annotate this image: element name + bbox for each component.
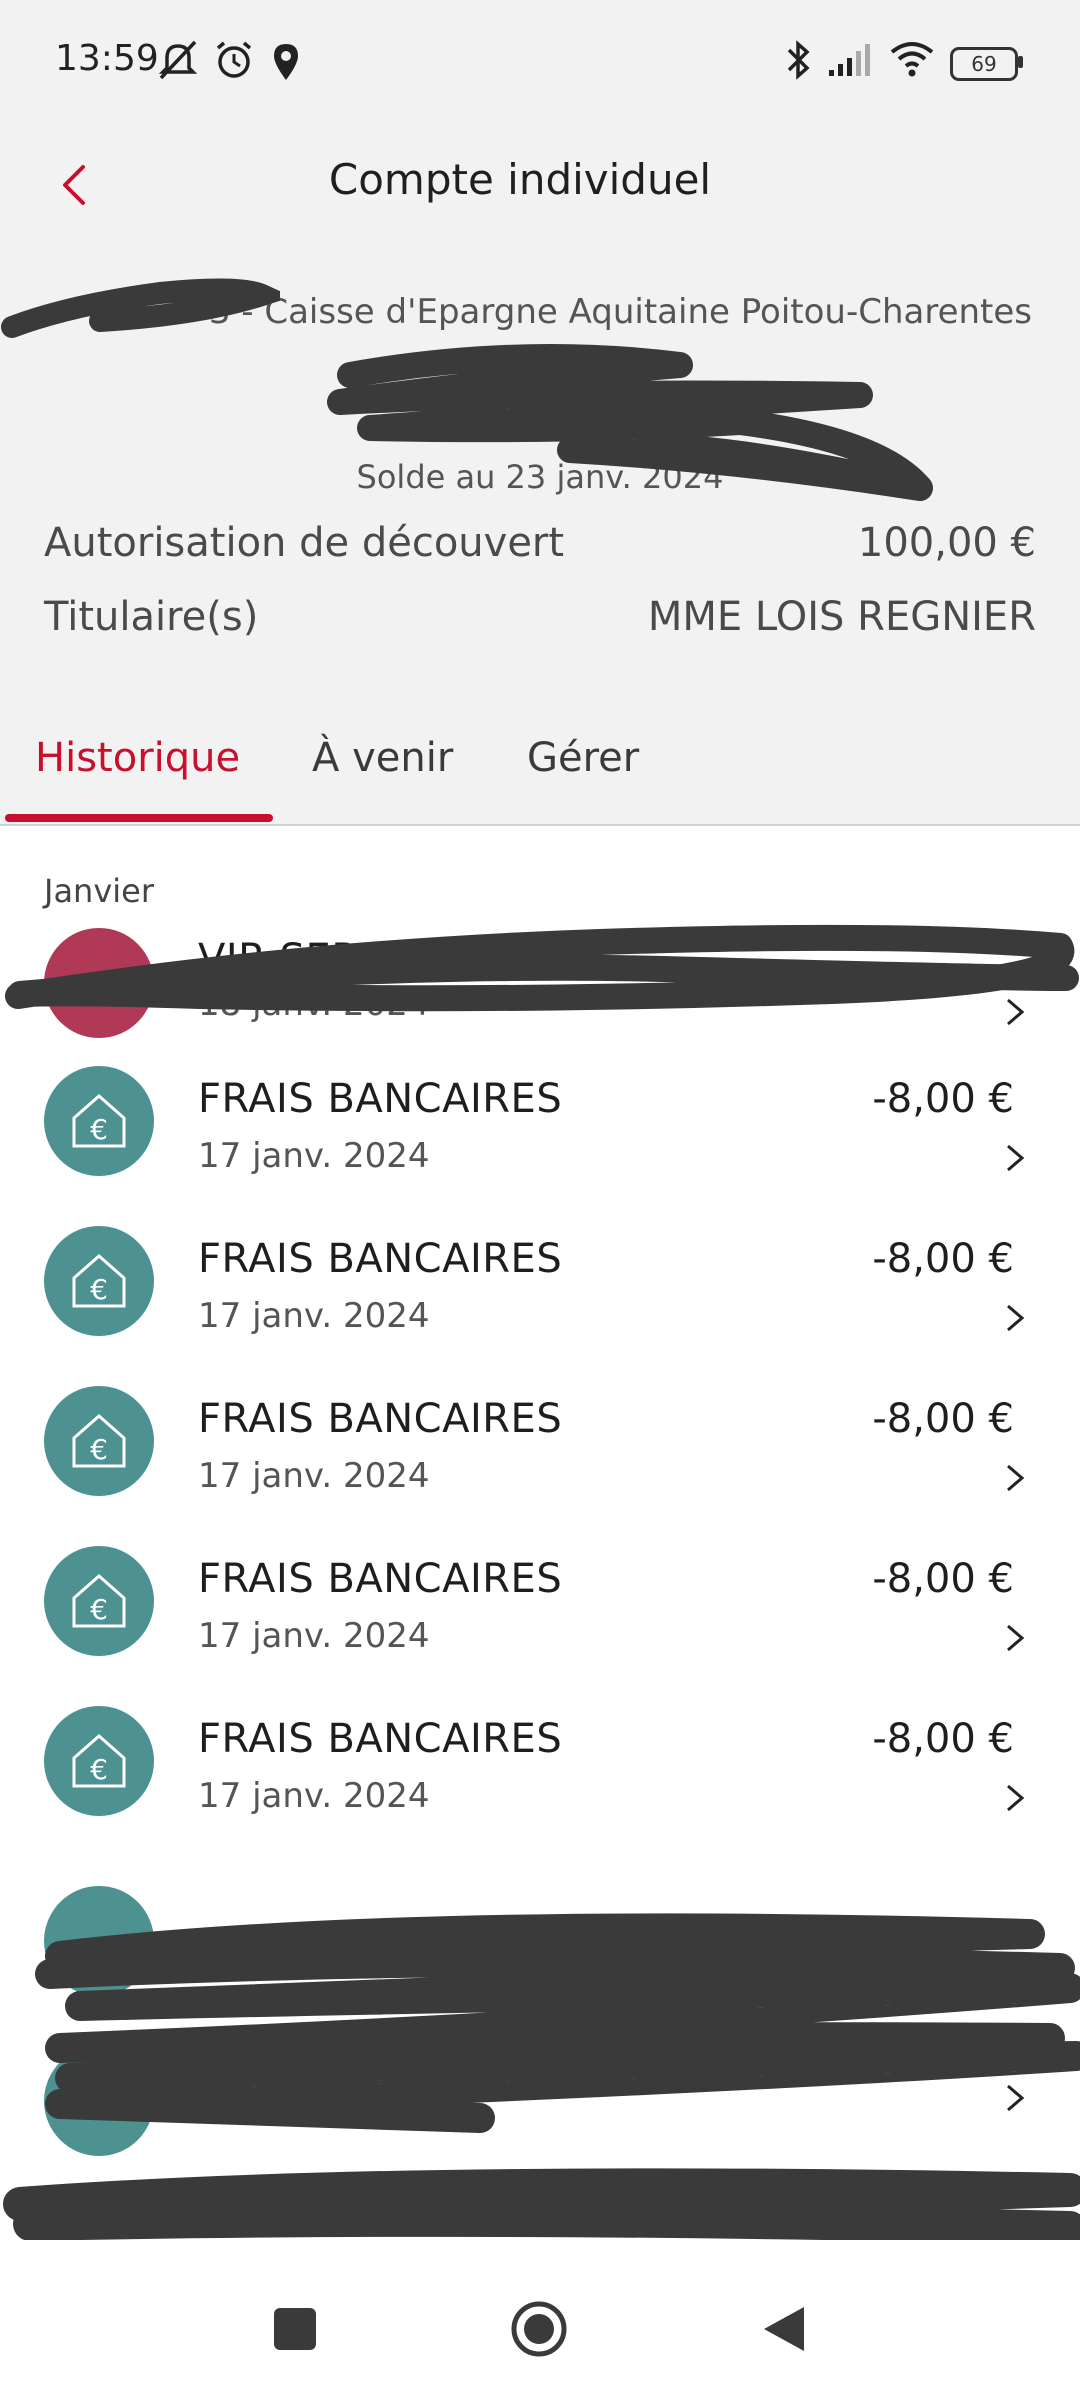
- tab-bar: Historique À venir Gérer: [0, 720, 1080, 825]
- bank-euro-icon: €: [44, 1066, 154, 1176]
- home-button[interactable]: [510, 2300, 568, 2358]
- alarm-icon: [216, 41, 252, 78]
- transaction-amount: -8,00 €: [872, 1396, 1014, 1442]
- transaction-title: FRAIS BANCAIRES: [198, 1716, 563, 1762]
- redaction-scribble-balance: [327, 344, 933, 501]
- transaction-date: 17 janv. 2024: [198, 1616, 430, 1656]
- wifi-icon: [890, 42, 934, 77]
- transaction-amount: -8,00 €: [872, 1556, 1014, 1602]
- chevron-right-icon: [1007, 1304, 1025, 1332]
- transaction-title: FRAIS BANCAIRES: [198, 1236, 563, 1282]
- status-bar: 13:59 69: [0, 0, 1080, 120]
- transaction-row[interactable]: € FRAIS BANCAIRES 17 janv. 2024 -8,00 €: [0, 1046, 1080, 1206]
- transaction-date: 17 janv. 2024: [198, 1456, 430, 1496]
- redaction-scribble-bank-id: [1, 278, 280, 338]
- status-time: 13:59: [55, 38, 159, 79]
- svg-text:€: €: [90, 1273, 108, 1306]
- chevron-right-icon: [1007, 1784, 1025, 1812]
- transaction-amount: -8,00 €: [872, 1076, 1014, 1122]
- location-icon: [274, 44, 298, 80]
- battery-icon: 69: [950, 47, 1018, 81]
- transaction-amount: -8,00 €: [872, 1236, 1014, 1282]
- transaction-row[interactable]: € FRAIS BANCAIRES 17 janv. 2024 -8,00 €: [0, 1366, 1080, 1526]
- transaction-date: 17 janv. 2024: [198, 1136, 430, 1176]
- bank-euro-icon: €: [44, 1546, 154, 1656]
- active-tab-indicator: [5, 814, 273, 822]
- signal-icon: [829, 44, 870, 76]
- bank-name-text: Caisse d'Epargne Aquitaine Poitou-Charen…: [264, 292, 1032, 332]
- holder-value: MME LOIS REGNIER: [647, 594, 1036, 640]
- tab-historique[interactable]: Historique: [35, 735, 240, 781]
- recent-apps-button[interactable]: [272, 2306, 318, 2352]
- holder-label: Titulaire(s): [44, 594, 259, 640]
- back-button[interactable]: [758, 2303, 808, 2355]
- transaction-title: FRAIS BANCAIRES: [198, 1556, 563, 1602]
- overdraft-label: Autorisation de découvert: [44, 520, 565, 566]
- page-title: Compte individuel: [328, 155, 712, 204]
- svg-text:€: €: [90, 1433, 108, 1466]
- transaction-amount: -8,00 €: [872, 1716, 1014, 1762]
- bluetooth-icon: [787, 40, 810, 80]
- svg-text:€: €: [90, 1593, 108, 1626]
- transaction-title: FRAIS BANCAIRES: [198, 1396, 563, 1442]
- transaction-date: 17 janv. 2024: [198, 1296, 430, 1336]
- transaction-title: FRAIS BANCAIRES: [198, 1076, 563, 1122]
- redaction-scribble-row-top: [5, 924, 1079, 1012]
- chevron-right-icon: [1007, 1144, 1025, 1172]
- battery-tip: [1018, 56, 1023, 68]
- mute-icon: [158, 40, 198, 80]
- transaction-date: 17 janv. 2024: [198, 1776, 430, 1816]
- overdraft-value: 100,00 €: [857, 520, 1036, 566]
- chevron-right-icon: [1007, 1464, 1025, 1492]
- chevron-right-icon: [1007, 1624, 1025, 1652]
- system-navigation-bar: [0, 2240, 1080, 2400]
- transaction-row[interactable]: € FRAIS BANCAIRES 17 janv. 2024 -8,00 €: [0, 1686, 1080, 1846]
- svg-text:€: €: [90, 1113, 108, 1146]
- transaction-row[interactable]: € FRAIS BANCAIRES 17 janv. 2024 -8,00 €: [0, 1526, 1080, 1686]
- redaction-scribble-rows-bottom: [3, 1913, 1080, 2240]
- transaction-row[interactable]: € FRAIS BANCAIRES 17 janv. 2024 -8,00 €: [0, 1206, 1080, 1366]
- transaction-list[interactable]: Janvier VIR SEPA 18 janv. 2024 € FRAIS B…: [0, 826, 1080, 2240]
- tab-a-venir[interactable]: À venir: [312, 735, 453, 781]
- bank-euro-icon: €: [44, 1226, 154, 1336]
- svg-text:€: €: [90, 1753, 108, 1786]
- tab-gerer[interactable]: Gérer: [527, 735, 639, 781]
- bank-euro-icon: €: [44, 1386, 154, 1496]
- top-app-bar: Compte individuel: [0, 130, 1080, 230]
- bank-euro-icon: €: [44, 1706, 154, 1816]
